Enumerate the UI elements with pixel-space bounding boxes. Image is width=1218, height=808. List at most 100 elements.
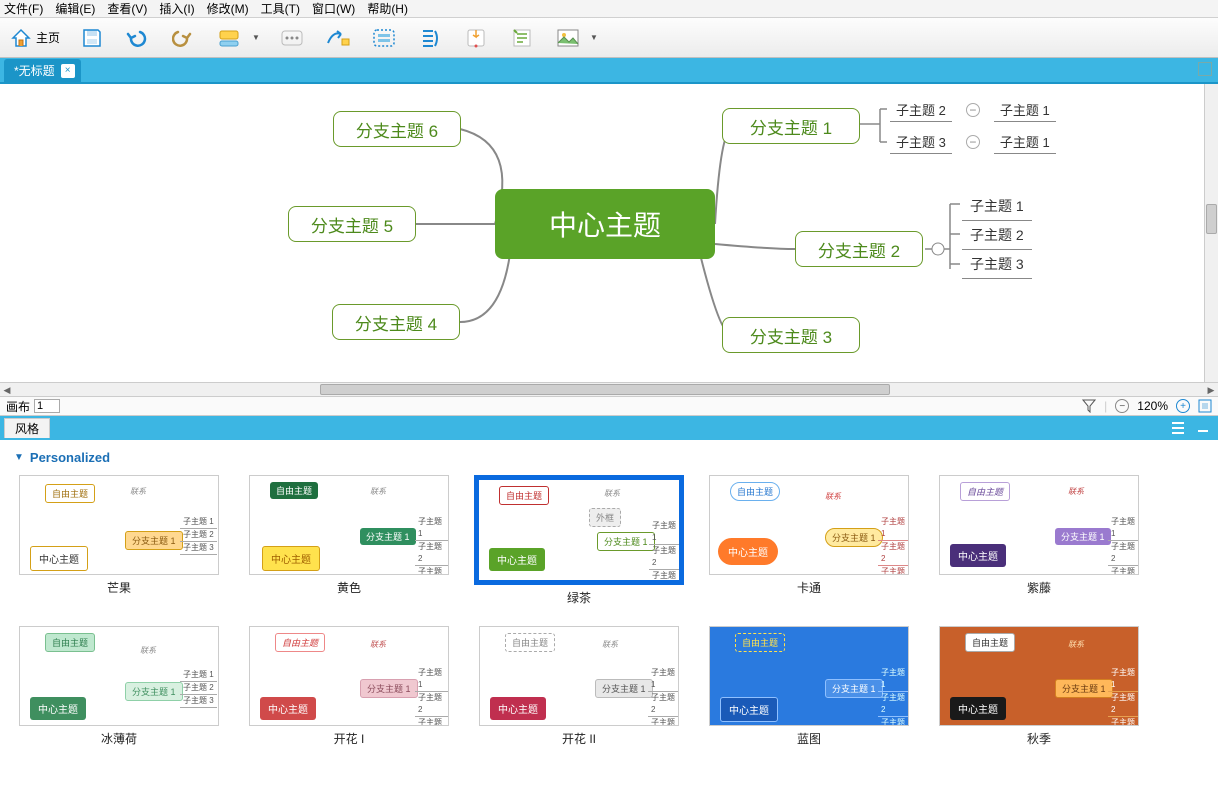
thumb-label: 开花 II bbox=[562, 730, 596, 747]
mini-sub: 子主题 3 bbox=[648, 717, 678, 726]
style-green[interactable]: 自由主题 联系 外框 分支主题 1 子主题 1子主题 2子主题 3 中心主题 绿… bbox=[474, 475, 684, 606]
thumb-label: 紫藤 bbox=[1027, 579, 1051, 596]
branch-5[interactable]: 分支主题 5 bbox=[288, 206, 416, 242]
branch-3[interactable]: 分支主题 3 bbox=[722, 317, 860, 353]
topic-button[interactable] bbox=[216, 24, 244, 52]
style-cartoon[interactable]: 自由主题 联系 分支主题 1 子主题 1子主题 2子主题 3 中心主题 卡通 bbox=[704, 475, 914, 606]
branch-2-subs[interactable]: 子主题 1 子主题 2 子主题 3 bbox=[962, 192, 1032, 279]
mini-sub: 子主题 3 bbox=[1108, 566, 1138, 575]
mini-rel: 联系 bbox=[130, 486, 146, 497]
branch-1[interactable]: 分支主题 1 bbox=[722, 108, 860, 144]
style-mango[interactable]: 自由主题 联系 分支主题 1 子主题 1子主题 2子主题 3 中心主题 芒果 bbox=[14, 475, 224, 606]
mini-sub: 子主题 1 bbox=[878, 667, 908, 692]
mini-sub: 子主题 2 bbox=[878, 692, 908, 717]
save-button[interactable] bbox=[78, 24, 106, 52]
vertical-scrollbar[interactable] bbox=[1204, 84, 1218, 382]
horizontal-scrollbar[interactable]: ◀ ▶ bbox=[0, 382, 1218, 396]
mini-branch: 分支主题 1 bbox=[125, 682, 183, 701]
mini-free: 自由主题 bbox=[45, 633, 95, 652]
menu-file[interactable]: 文件(F) bbox=[4, 0, 43, 17]
style-thumbnails: 自由主题 联系 分支主题 1 子主题 1子主题 2子主题 3 中心主题 芒果 自… bbox=[14, 475, 1204, 747]
image-button[interactable] bbox=[554, 24, 582, 52]
relationship-icon bbox=[325, 28, 351, 48]
menu-insert[interactable]: 插入(I) bbox=[159, 0, 194, 17]
style-blossom1[interactable]: 自由主题 联系 分支主题 1 子主题 1子主题 2子主题 3 中心主题 开花 I bbox=[244, 626, 454, 747]
section-label: Personalized bbox=[30, 450, 110, 465]
mini-sub: 子主题 3 bbox=[649, 570, 679, 585]
mini-rel: 联系 bbox=[604, 488, 620, 499]
menu-tools[interactable]: 工具(T) bbox=[261, 0, 300, 17]
marker-icon bbox=[465, 27, 487, 49]
list-icon[interactable] bbox=[1172, 421, 1188, 435]
more-icon bbox=[281, 30, 303, 46]
scroll-left-icon[interactable]: ◀ bbox=[0, 383, 14, 397]
relationship-button[interactable] bbox=[324, 24, 352, 52]
mini-center: 中心主题 bbox=[489, 548, 545, 571]
style-autumn[interactable]: 自由主题 联系 分支主题 1 子主题 1子主题 2子主题 3 中心主题 秋季 bbox=[934, 626, 1144, 747]
section-personalized[interactable]: ▼ Personalized bbox=[14, 450, 1204, 465]
fit-icon[interactable] bbox=[1198, 399, 1212, 413]
notes-button[interactable] bbox=[508, 24, 536, 52]
mini-sub: 子主题 1 bbox=[180, 516, 217, 529]
mini-rel: 联系 bbox=[140, 645, 156, 656]
marker-button[interactable] bbox=[462, 24, 490, 52]
subtopic-label: 子主题 1 bbox=[994, 130, 1056, 154]
collapse-icon[interactable]: − bbox=[966, 135, 980, 149]
mini-sub: 子主题 1 bbox=[415, 667, 448, 692]
document-tab[interactable]: *无标题 × bbox=[4, 59, 81, 82]
menu-view[interactable]: 查看(V) bbox=[107, 0, 147, 17]
mindmap-canvas[interactable]: 中心主题 分支主题 6 分支主题 5 分支主题 4 分支主题 1 分支主题 2 … bbox=[0, 82, 1218, 382]
branch-1-sub-2[interactable]: 子主题 2 − 子主题 1 bbox=[890, 98, 1056, 122]
undo-button[interactable] bbox=[124, 24, 152, 52]
menu-window[interactable]: 窗口(W) bbox=[312, 0, 355, 17]
mini-branch: 分支主题 1 bbox=[825, 679, 883, 698]
style-blueprint[interactable]: 自由主题 分支主题 1 子主题 1子主题 2子主题 3 中心主题 蓝图 bbox=[704, 626, 914, 747]
thumb-label: 蓝图 bbox=[797, 730, 821, 747]
styles-tab[interactable]: 风格 bbox=[4, 418, 50, 438]
image-dropdown-icon[interactable]: ▼ bbox=[590, 33, 598, 42]
maximize-icon[interactable] bbox=[1198, 62, 1212, 76]
canvas-number-input[interactable] bbox=[34, 399, 60, 413]
minimize-panel-icon[interactable] bbox=[1196, 421, 1210, 435]
branch-4[interactable]: 分支主题 4 bbox=[332, 304, 460, 340]
summary-button[interactable] bbox=[416, 24, 444, 52]
style-yellow[interactable]: 自由主题 联系 分支主题 1 子主题 1子主题 2子主题 3 中心主题 黄色 bbox=[244, 475, 454, 606]
boundary-button[interactable] bbox=[370, 24, 398, 52]
menu-help[interactable]: 帮助(H) bbox=[367, 0, 408, 17]
zoom-out-button[interactable]: − bbox=[1115, 399, 1129, 413]
mini-sub: 子主题 1 bbox=[415, 516, 448, 541]
branch-1-sub-3[interactable]: 子主题 3 − 子主题 1 bbox=[890, 130, 1056, 154]
mini-branch: 分支主题 1 bbox=[360, 528, 416, 545]
topic-dropdown-icon[interactable]: ▼ bbox=[252, 33, 260, 42]
mini-sub: 子主题 3 bbox=[878, 717, 908, 726]
mini-sub: 子主题 1 bbox=[648, 667, 678, 692]
mini-free: 自由主题 bbox=[505, 633, 555, 652]
home-button[interactable]: 主页 bbox=[10, 27, 60, 49]
branch-2[interactable]: 分支主题 2 bbox=[795, 231, 923, 267]
filter-icon[interactable] bbox=[1082, 399, 1096, 413]
collapse-section-icon[interactable]: ▼ bbox=[14, 452, 24, 463]
style-blossom2[interactable]: 自由主题 联系 分支主题 1 子主题 1子主题 2子主题 3 中心主题 开花 I… bbox=[474, 626, 684, 747]
center-topic[interactable]: 中心主题 bbox=[495, 189, 715, 259]
mini-branch: 分支主题 1 bbox=[825, 528, 883, 547]
mini-center: 中心主题 bbox=[262, 546, 320, 571]
styles-panel-header: 风格 bbox=[0, 416, 1218, 440]
thumb-label: 秋季 bbox=[1027, 730, 1051, 747]
canvas-label: 画布 bbox=[6, 398, 30, 415]
style-wisteria[interactable]: 自由主题 联系 分支主题 1 子主题 1子主题 2子主题 3 中心主题 紫藤 bbox=[934, 475, 1144, 606]
zoom-in-button[interactable]: + bbox=[1176, 399, 1190, 413]
collapse-icon[interactable]: − bbox=[966, 103, 980, 117]
scroll-right-icon[interactable]: ▶ bbox=[1204, 383, 1218, 397]
mini-center: 中心主题 bbox=[260, 697, 316, 720]
menu-modify[interactable]: 修改(M) bbox=[207, 0, 249, 17]
redo-button[interactable] bbox=[170, 24, 198, 52]
save-icon bbox=[81, 27, 103, 49]
branch-6[interactable]: 分支主题 6 bbox=[333, 111, 461, 147]
menu-edit[interactable]: 编辑(E) bbox=[55, 0, 95, 17]
style-mint[interactable]: 自由主题 联系 分支主题 1 子主题 1子主题 2子主题 3 中心主题 冰薄荷 bbox=[14, 626, 224, 747]
close-tab-button[interactable]: × bbox=[61, 64, 75, 78]
mini-sub: 子主题 1 bbox=[1108, 516, 1138, 541]
hscroll-thumb[interactable] bbox=[320, 384, 890, 395]
vscroll-thumb[interactable] bbox=[1206, 204, 1217, 234]
more-button[interactable] bbox=[278, 24, 306, 52]
